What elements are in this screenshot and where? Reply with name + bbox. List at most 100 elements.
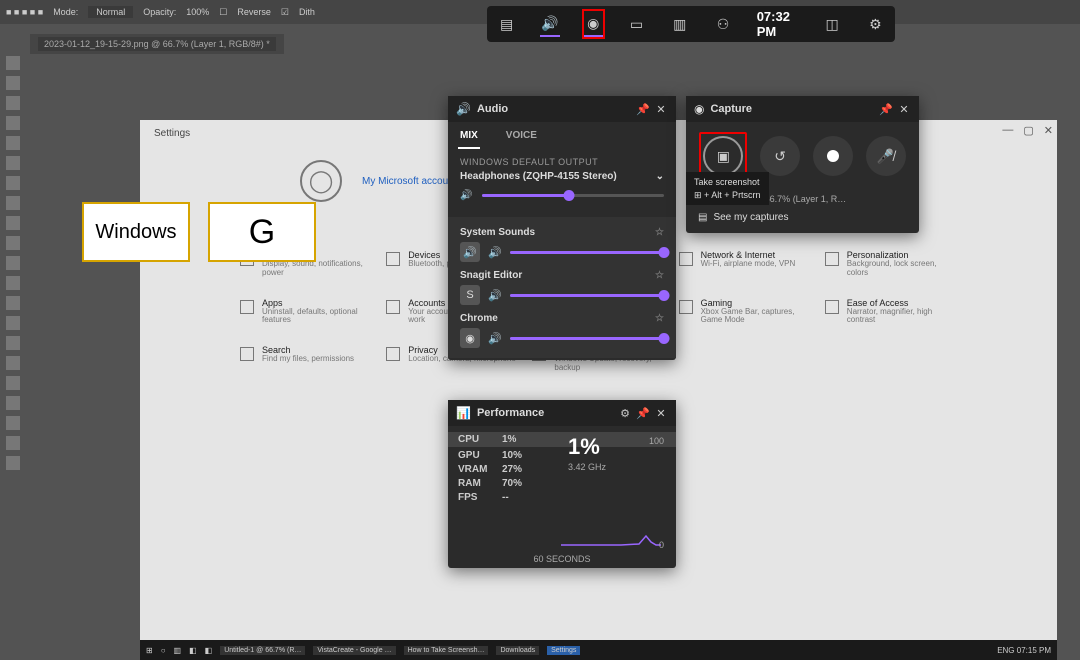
metric-key: RAM bbox=[458, 478, 496, 489]
widgets-icon[interactable]: ▤ bbox=[497, 11, 516, 37]
category-icon bbox=[386, 300, 400, 314]
favorite-icon[interactable]: ☆ bbox=[655, 270, 664, 281]
tool-icon[interactable] bbox=[6, 56, 20, 70]
pin-icon[interactable]: 📌 bbox=[636, 407, 650, 420]
tool-icon[interactable] bbox=[6, 336, 20, 350]
pin-icon[interactable]: 📌 bbox=[879, 103, 893, 116]
taskbar-item[interactable]: VistaCreate - Google … bbox=[313, 646, 395, 655]
reverse-label[interactable]: Reverse bbox=[237, 7, 271, 17]
tool-icon[interactable] bbox=[6, 456, 20, 470]
metric-value: 27% bbox=[502, 464, 522, 475]
search-icon[interactable]: ○ bbox=[161, 646, 166, 655]
dither-label[interactable]: Dith bbox=[299, 7, 315, 17]
tray[interactable]: ENG 07:15 PM bbox=[997, 646, 1051, 655]
settings-category[interactable]: Ease of Access Narrator, magnifier, high… bbox=[825, 298, 957, 326]
tab-voice[interactable]: VOICE bbox=[504, 126, 539, 149]
master-volume-slider[interactable]: 🔊 bbox=[460, 190, 664, 201]
options-icon[interactable]: ⚙ bbox=[618, 407, 632, 420]
tool-icon[interactable] bbox=[6, 296, 20, 310]
capture-panel: ◉ Capture 📌 ✕ ▣ ↺ 🎤̸ …-15-29.png @ 66.7%… bbox=[686, 96, 919, 233]
resources-icon[interactable]: ▥ bbox=[670, 11, 689, 37]
capture-icon[interactable]: ◉ bbox=[584, 11, 603, 37]
maximize-icon[interactable]: ▢ bbox=[1023, 124, 1033, 137]
start-recording-button[interactable] bbox=[813, 136, 853, 176]
tool-icon[interactable] bbox=[6, 276, 20, 290]
category-icon bbox=[240, 347, 254, 361]
gallery-icon: ▤ bbox=[698, 212, 707, 223]
opacity-value[interactable]: 100% bbox=[186, 7, 209, 17]
perf-metric-row[interactable]: CPU1% bbox=[448, 432, 676, 447]
settings-gear-icon[interactable]: ⚙ bbox=[866, 11, 885, 37]
take-screenshot-button[interactable]: ▣ bbox=[703, 136, 743, 176]
perf-metric-row[interactable]: FPS-- bbox=[458, 492, 666, 503]
start-icon[interactable]: ⊞ bbox=[146, 646, 153, 655]
output-device-dropdown[interactable]: Headphones (ZQHP-4155 Stereo) ⌄ bbox=[460, 171, 664, 182]
tool-icon[interactable] bbox=[6, 356, 20, 370]
app-volume-row: System Sounds☆ 🔊 🔊 bbox=[448, 223, 676, 266]
settings-category[interactable]: Network & Internet Wi-Fi, airplane mode,… bbox=[679, 250, 811, 278]
performance-icon[interactable]: ▭ bbox=[627, 11, 646, 37]
device-name: Headphones (ZQHP-4155 Stereo) bbox=[460, 171, 617, 182]
favorite-icon[interactable]: ☆ bbox=[655, 313, 664, 324]
taskbar-app-icon[interactable]: ◧ bbox=[205, 646, 213, 655]
tool-icon[interactable] bbox=[6, 436, 20, 450]
category-sub: Display, sound, notifications, power bbox=[262, 260, 372, 278]
taskview-icon[interactable]: ▥ bbox=[174, 646, 182, 655]
tool-icon[interactable] bbox=[6, 396, 20, 410]
tab-mix[interactable]: MIX bbox=[458, 126, 480, 149]
tool-icon[interactable] bbox=[6, 76, 20, 90]
record-last-button[interactable]: ↺ bbox=[760, 136, 800, 176]
perf-metric-row[interactable]: GPU10% bbox=[458, 450, 666, 461]
perf-main-value: 1% bbox=[568, 434, 600, 460]
ms-account-link[interactable]: My Microsoft account bbox=[362, 176, 456, 187]
tool-icon[interactable] bbox=[6, 96, 20, 110]
settings-category[interactable]: Personalization Background, lock screen,… bbox=[825, 250, 957, 278]
xbox-social-icon[interactable]: ⚇ bbox=[713, 11, 732, 37]
tool-icon[interactable] bbox=[6, 176, 20, 190]
settings-category[interactable]: Apps Uninstall, defaults, optional featu… bbox=[240, 298, 372, 326]
app-volume-slider[interactable] bbox=[510, 294, 664, 297]
tool-icon[interactable] bbox=[6, 376, 20, 390]
taskbar-item[interactable]: How to Take Screensh… bbox=[404, 646, 489, 655]
taskbar-item[interactable]: Downloads bbox=[496, 646, 539, 655]
close-icon[interactable]: ✕ bbox=[1044, 124, 1053, 137]
category-sub: Find my files, permissions bbox=[262, 355, 354, 364]
mode-value[interactable]: Normal bbox=[88, 6, 133, 18]
tool-icon[interactable] bbox=[6, 156, 20, 170]
tool-icon[interactable] bbox=[6, 236, 20, 250]
perf-metric-row[interactable]: RAM70% bbox=[458, 478, 666, 489]
category-icon bbox=[679, 252, 693, 266]
tool-icon[interactable] bbox=[6, 116, 20, 130]
perf-metric-row[interactable]: VRAM27% bbox=[458, 464, 666, 475]
taskbar-app-icon[interactable]: ◧ bbox=[189, 646, 197, 655]
tool-icon[interactable] bbox=[6, 196, 20, 210]
mic-toggle-button[interactable]: 🎤̸ bbox=[866, 136, 906, 176]
panel-title: Performance bbox=[477, 407, 614, 419]
document-tab[interactable]: 2023-01-12_19-15-29.png @ 66.7% (Layer 1… bbox=[38, 37, 276, 51]
taskbar-item[interactable]: Untitled-1 @ 66.7% (R… bbox=[220, 646, 305, 655]
taskbar-item-active[interactable]: Settings bbox=[547, 646, 580, 655]
settings-category[interactable]: Search Find my files, permissions bbox=[240, 345, 372, 373]
close-icon[interactable]: ✕ bbox=[654, 103, 668, 116]
minimize-icon[interactable]: — bbox=[1002, 124, 1013, 137]
tool-icon[interactable] bbox=[6, 256, 20, 270]
app-volume-row: Snagit Editor☆ S 🔊 bbox=[448, 266, 676, 309]
category-sub: Wi-Fi, airplane mode, VPN bbox=[701, 260, 796, 269]
favorite-icon[interactable]: ☆ bbox=[655, 227, 664, 238]
speaker-icon: 🔊 bbox=[460, 190, 474, 201]
taskbar: ⊞ ○ ▥ ◧ ◧ Untitled-1 @ 66.7% (R… VistaCr… bbox=[140, 640, 1057, 660]
mouse-icon[interactable]: ◫ bbox=[822, 11, 841, 37]
see-my-captures-link[interactable]: ▤ See my captures bbox=[686, 210, 919, 233]
pin-icon[interactable]: 📌 bbox=[636, 103, 650, 116]
close-icon[interactable]: ✕ bbox=[897, 103, 911, 116]
keycap-windows: Windows bbox=[82, 202, 190, 262]
audio-icon[interactable]: 🔊 bbox=[540, 11, 559, 37]
tool-icon[interactable] bbox=[6, 416, 20, 430]
tool-icon[interactable] bbox=[6, 316, 20, 330]
app-volume-slider[interactable] bbox=[510, 251, 664, 254]
settings-category[interactable]: Gaming Xbox Game Bar, captures, Game Mod… bbox=[679, 298, 811, 326]
close-icon[interactable]: ✕ bbox=[654, 407, 668, 420]
app-volume-slider[interactable] bbox=[510, 337, 664, 340]
tool-icon[interactable] bbox=[6, 136, 20, 150]
tool-icon[interactable] bbox=[6, 216, 20, 230]
